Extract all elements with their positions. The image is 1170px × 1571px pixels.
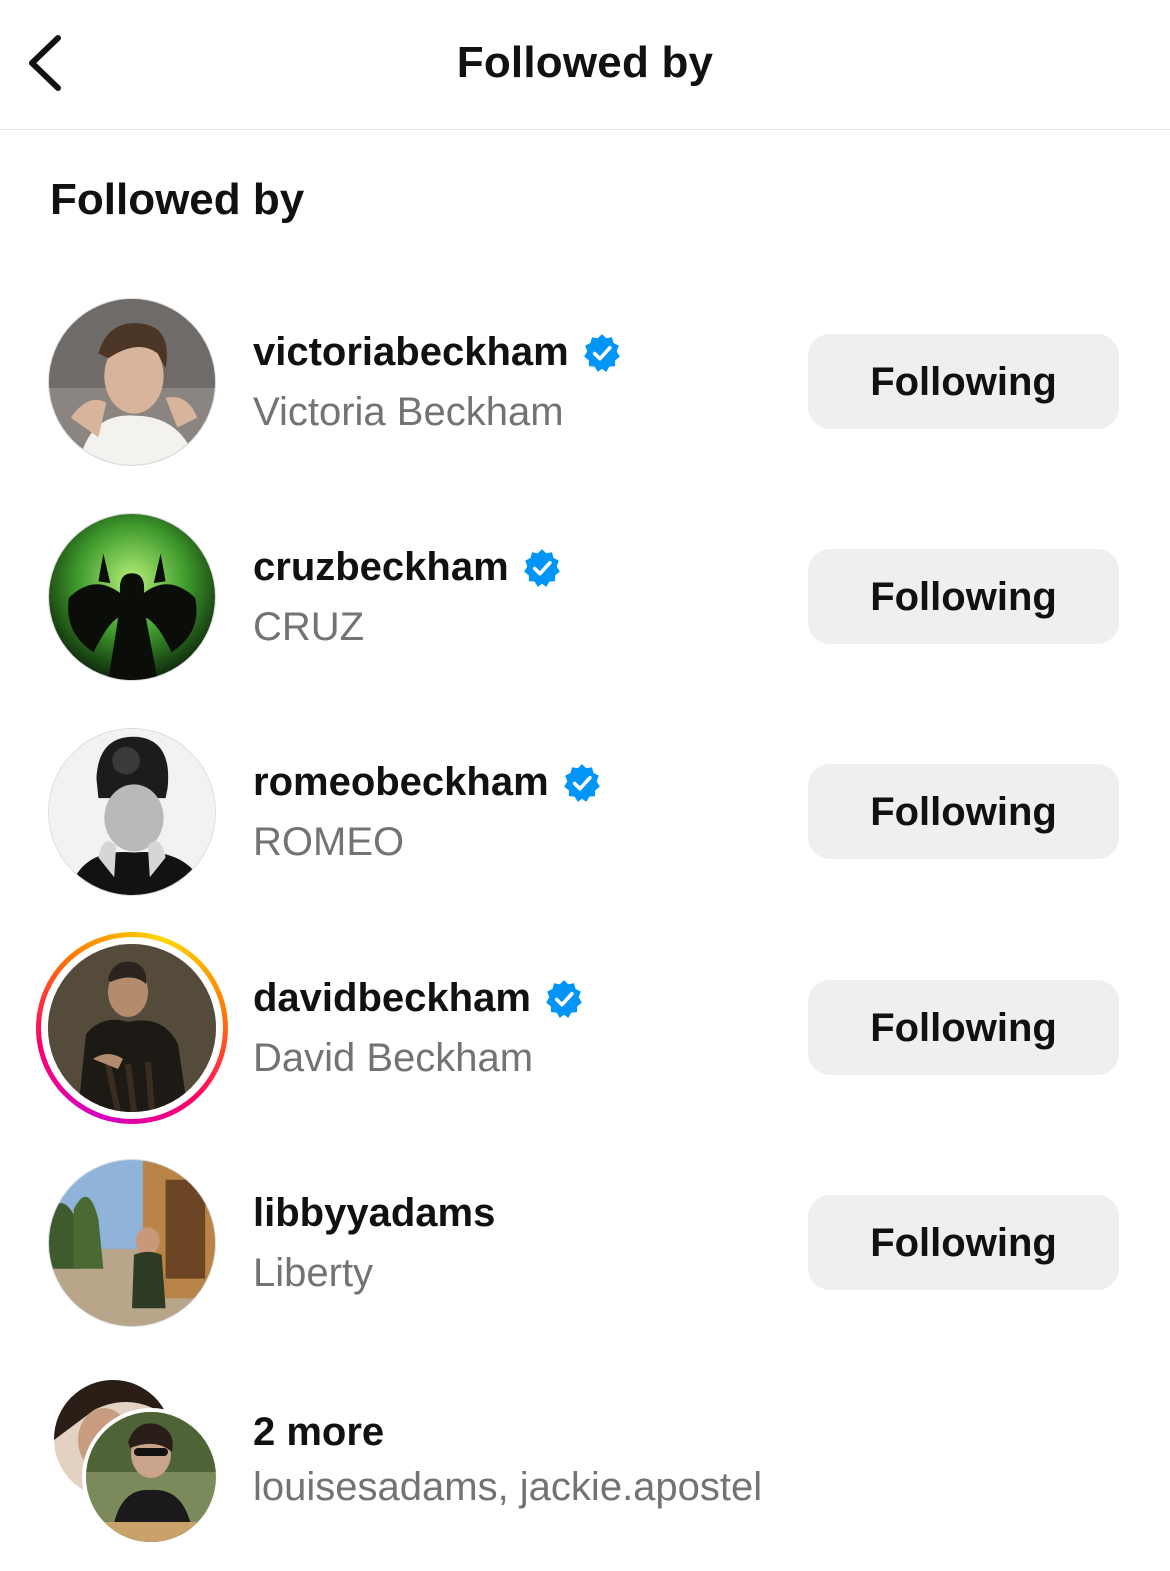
more-usernames: louisesadams, jackie.apostel <box>253 1465 763 1509</box>
verified-badge-icon <box>523 548 560 587</box>
list-item[interactable]: cruzbeckham CRUZ Following <box>0 513 1170 703</box>
more-avatars[interactable] <box>52 1380 220 1546</box>
avatar[interactable] <box>48 728 216 896</box>
avatar <box>82 1408 220 1546</box>
list-item[interactable]: victoriabeckham Victoria Beckham Followi… <box>0 298 1170 488</box>
list-item[interactable]: davidbeckham David Beckham Following <box>0 932 1170 1134</box>
section-title: Followed by <box>50 175 305 224</box>
username[interactable]: davidbeckham <box>253 976 531 1021</box>
verified-badge-icon <box>583 333 620 372</box>
avatar[interactable] <box>48 944 216 1112</box>
following-button[interactable]: Following <box>808 1195 1119 1290</box>
username[interactable]: libbyyadams <box>253 1191 495 1236</box>
avatar[interactable] <box>48 513 216 681</box>
list-item[interactable]: romeobeckham ROMEO Following <box>0 728 1170 918</box>
more-count[interactable]: 2 more <box>253 1410 384 1455</box>
list-item[interactable]: libbyyadams Liberty Following <box>0 1159 1170 1349</box>
full-name: Liberty <box>253 1251 374 1295</box>
top-nav-bar: Followed by <box>0 0 1170 130</box>
username[interactable]: cruzbeckham <box>253 545 509 590</box>
verified-badge-icon <box>546 979 582 1018</box>
full-name: CRUZ <box>253 605 365 649</box>
avatar[interactable] <box>48 1159 216 1327</box>
full-name: Victoria Beckham <box>253 390 564 434</box>
following-button[interactable]: Following <box>808 549 1119 644</box>
following-button[interactable]: Following <box>808 334 1119 429</box>
username[interactable]: romeobeckham <box>253 760 549 805</box>
page-title: Followed by <box>456 38 714 87</box>
following-button[interactable]: Following <box>808 980 1119 1075</box>
full-name: David Beckham <box>253 1036 534 1080</box>
following-button[interactable]: Following <box>808 764 1119 859</box>
avatar[interactable] <box>48 298 216 466</box>
full-name: ROMEO <box>253 820 405 864</box>
verified-badge-icon <box>563 763 600 802</box>
username[interactable]: victoriabeckham <box>253 330 569 375</box>
